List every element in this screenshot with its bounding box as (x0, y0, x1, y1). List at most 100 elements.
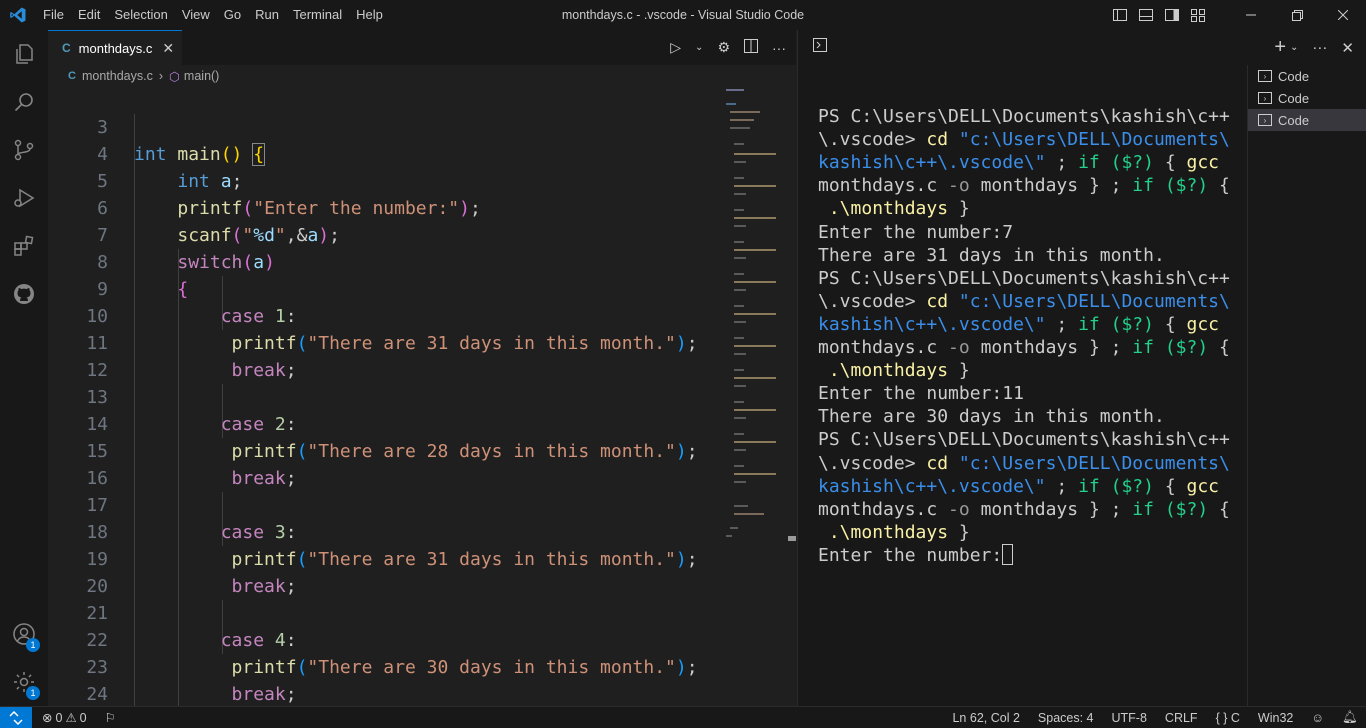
restore-icon[interactable] (1274, 0, 1320, 30)
cursor-position[interactable]: Ln 62, Col 2 (952, 711, 1019, 725)
code-line: 14 printf("There are 28 days in this mon… (48, 384, 697, 462)
settings-icon[interactable]: ⚙ (717, 39, 730, 56)
language-mode[interactable]: { } C (1216, 711, 1240, 725)
terminal-tab-active[interactable]: › Code (1248, 109, 1366, 131)
manage-gear-icon[interactable]: 1 (0, 658, 48, 706)
breadcrumb-file[interactable]: monthdays.c (82, 69, 153, 83)
editor-group: C monthdays.c ✕ ▷ ⌄ ⚙ ··· C monthdays.c … (48, 30, 796, 706)
title-bar: File Edit Selection View Go Run Terminal… (0, 0, 1366, 30)
terminal-dropdown-icon[interactable]: ⌄ (1290, 42, 1298, 53)
split-editor-icon[interactable] (744, 39, 758, 56)
code-text: break; (231, 360, 297, 381)
explorer-icon[interactable] (0, 30, 48, 78)
code-text: int main() { (134, 143, 266, 166)
code-editor[interactable]: 3 int main() { 4 int a; 5 printf("Enter … (48, 87, 724, 706)
terminal-icon: › (1258, 92, 1272, 104)
scrollbar-cursor-marker (788, 536, 796, 541)
terminal-output[interactable]: PS C:\Users\DELL\Documents\kashish\c++ \… (818, 82, 1248, 567)
indentation[interactable]: Spaces: 4 (1038, 711, 1094, 725)
code-text: case 3: (220, 522, 297, 543)
menu-run[interactable]: Run (248, 0, 286, 30)
c-file-icon: C (68, 70, 76, 82)
encoding[interactable]: UTF-8 (1112, 711, 1147, 725)
code-line: 13 case 2: (48, 357, 296, 435)
code-line: 10 printf("There are 31 days in this mon… (48, 276, 697, 354)
more-actions-icon[interactable]: ··· (1312, 39, 1327, 56)
debug-launch-icon[interactable]: ⚐ (105, 710, 116, 725)
terminal-line: kashish\c++\.vscode\" ; if ($?) { gcc (818, 152, 1220, 174)
code-line: 3 int main() { (48, 87, 266, 166)
terminal-line: kashish\c++\.vscode\" ; if ($?) { gcc (818, 475, 1220, 497)
terminal-icon (812, 37, 828, 58)
run-debug-icon[interactable] (0, 174, 48, 222)
feedback-icon[interactable]: ☺ (1311, 711, 1324, 725)
menu-go[interactable]: Go (217, 0, 248, 30)
terminal-line: There are 30 days in this month. (818, 406, 1165, 428)
code-line: 22 printf("There are 30 days in this mon… (48, 600, 697, 678)
source-control-icon[interactable] (0, 126, 48, 174)
terminal-cursor (1002, 543, 1014, 565)
menu-edit[interactable]: Edit (71, 0, 107, 30)
menu-file[interactable]: File (36, 0, 71, 30)
code-line: 15 break; (48, 411, 296, 489)
terminal-tab[interactable]: › Code (1248, 65, 1366, 87)
code-line: 6 scanf("%d",&a); (48, 168, 340, 246)
terminal-line: monthdays.c -o monthdays } ; if ($?) { (818, 498, 1230, 520)
code-text: scanf("%d",&a); (177, 225, 340, 246)
run-code-icon[interactable]: ▷ (670, 39, 681, 56)
close-window-icon[interactable] (1320, 0, 1366, 30)
new-terminal-icon[interactable]: + (1274, 36, 1286, 59)
activity-bar: 1 1 (0, 30, 48, 706)
problems-indicator[interactable]: ⊗ 0 ⚠ 0 (42, 710, 87, 726)
menu-help[interactable]: Help (349, 0, 390, 30)
remote-indicator-icon[interactable] (0, 706, 32, 728)
minimap[interactable] (724, 87, 786, 706)
tab-monthdays-c[interactable]: C monthdays.c ✕ (48, 30, 182, 65)
minimize-icon[interactable] (1228, 0, 1274, 30)
status-bar: ⊗ 0 ⚠ 0 ⚐ Ln 62, Col 2 Spaces: 4 UTF-8 CRL… (0, 706, 1366, 728)
menu-bar: File Edit Selection View Go Run Terminal… (36, 0, 390, 30)
code-text: int a; (177, 171, 243, 192)
terminal-line: .\monthdays } (828, 521, 970, 543)
more-actions-icon[interactable]: ··· (772, 40, 786, 56)
code-line: 9 case 1: (48, 249, 296, 327)
end-of-line[interactable]: CRLF (1165, 711, 1198, 725)
code-text: case 4: (220, 630, 297, 651)
vscode-logo-icon (0, 0, 36, 30)
editor-scrollbar[interactable] (786, 87, 796, 706)
toggle-secondary-sidebar-icon[interactable] (1164, 7, 1180, 23)
code-line: 21 case 4: (48, 573, 296, 651)
run-dropdown-icon[interactable]: ⌄ (695, 42, 703, 53)
search-icon[interactable] (0, 78, 48, 126)
code-line: 18 printf("There are 31 days in this mon… (48, 492, 697, 570)
terminal-line: Enter the number:11 (818, 383, 1024, 405)
code-line: 19 break; (48, 519, 296, 597)
close-panel-icon[interactable]: ✕ (1341, 39, 1354, 57)
breadcrumb-symbol[interactable]: main() (184, 69, 219, 83)
terminal-tab-label: Code (1278, 68, 1310, 84)
toggle-panel-icon[interactable] (1138, 7, 1154, 23)
code-line: 24 (48, 654, 113, 705)
code-text: printf("There are 30 days in this month.… (231, 657, 698, 678)
warning-count: 0 (79, 710, 87, 725)
terminal-tab[interactable]: › Code (1248, 87, 1366, 109)
terminal-line: Enter the number: (818, 543, 1014, 566)
cube-icon: ⬡ (169, 69, 180, 84)
account-icon[interactable]: 1 (0, 610, 48, 658)
extensions-icon[interactable] (0, 222, 48, 270)
terminal-tab-label: Code (1278, 112, 1310, 128)
menu-view[interactable]: View (175, 0, 217, 30)
menu-terminal[interactable]: Terminal (286, 0, 349, 30)
github-icon[interactable] (0, 270, 48, 318)
terminal-line: PS C:\Users\DELL\Documents\kashish\c++ (818, 106, 1230, 128)
terminal-line: monthdays.c -o monthdays } ; if ($?) { (818, 175, 1230, 197)
customize-layout-icon[interactable] (1190, 7, 1206, 23)
notifications-bell-icon[interactable]: 🔔︎ (1342, 710, 1358, 725)
menu-selection[interactable]: Selection (107, 0, 174, 30)
terminal-line: monthdays.c -o monthdays } ; if ($?) { (818, 337, 1230, 359)
toggle-primary-sidebar-icon[interactable] (1112, 7, 1128, 23)
code-line: 7 switch(a) (48, 195, 275, 273)
terminal-line: Enter the number:7 (818, 221, 1014, 243)
close-tab-icon[interactable]: ✕ (162, 40, 174, 57)
c-configuration[interactable]: Win32 (1258, 711, 1293, 725)
